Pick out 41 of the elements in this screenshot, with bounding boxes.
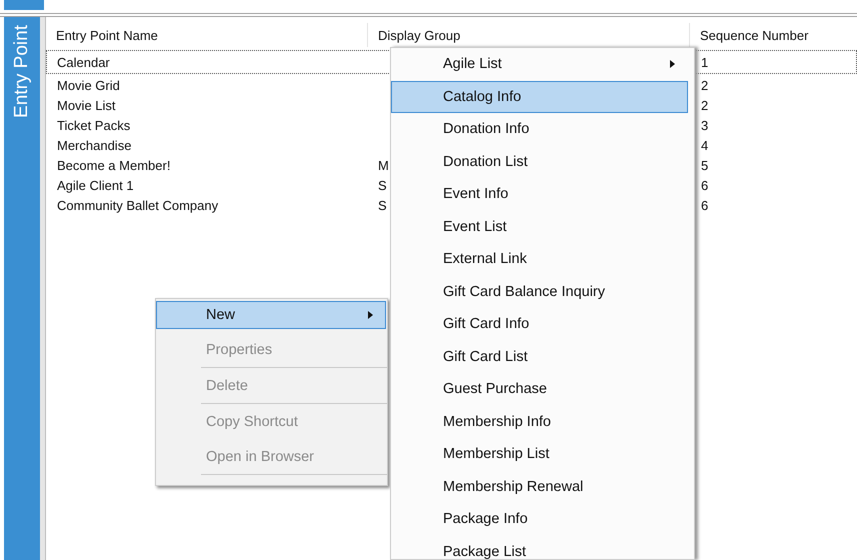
menu-item[interactable]: New — [156, 301, 386, 329]
submenu-arrow-icon — [368, 311, 373, 319]
table-cell-text: 3 — [700, 118, 710, 132]
column-header[interactable]: Sequence Number — [690, 23, 850, 47]
table-cell: M — [378, 158, 389, 172]
table-cell-text: Agile Client 1 — [56, 178, 135, 192]
table-cell-text: 6 — [700, 198, 710, 212]
submenu-arrow-icon — [670, 60, 675, 68]
table-cell-text: 2 — [700, 98, 710, 112]
menu-item[interactable]: Event Info — [391, 178, 688, 210]
table-cell-text: Ticket Packs — [56, 118, 132, 132]
menu-item[interactable]: Guest Purchase — [391, 373, 688, 406]
menu-item[interactable]: Membership Info — [391, 406, 688, 438]
menu-item[interactable]: Package Info — [391, 503, 688, 536]
table-cell: S — [378, 178, 387, 192]
menu-item[interactable]: Gift Card Info — [391, 308, 688, 340]
table-cell-text: Merchandise — [56, 138, 132, 152]
column-header[interactable]: Entry Point Name — [46, 23, 368, 47]
menu-item[interactable]: Gift Card Balance Inquiry — [391, 276, 688, 308]
table-cell-text: Movie List — [56, 98, 117, 112]
menu-item[interactable]: External Link — [391, 243, 688, 276]
menu-item[interactable]: Event List — [391, 210, 688, 243]
tab-strip — [4, 0, 44, 10]
menu-item[interactable]: Donation Info — [391, 113, 688, 146]
table-cell-text: Community Ballet Company — [56, 198, 220, 212]
table-cell-text: 5 — [700, 158, 710, 172]
menu-item[interactable]: Catalog Info — [391, 80, 688, 113]
table-cell-text: 6 — [700, 178, 710, 192]
table-cell-text: Calendar — [56, 54, 111, 70]
menu-item[interactable]: Membership Renewal — [391, 470, 688, 503]
table-cell-text: Movie Grid — [56, 78, 121, 92]
table-cell-text: 1 — [700, 54, 710, 70]
menu-item[interactable]: Package List — [391, 536, 688, 559]
menu-item[interactable]: Gift Card List — [391, 340, 688, 373]
menu-item[interactable]: Membership List — [391, 438, 688, 470]
table-cell: S — [378, 198, 387, 212]
menu-item[interactable]: Donation List — [391, 146, 688, 178]
menu-item[interactable]: Agile List — [391, 48, 688, 80]
table-cell-text: Become a Member! — [56, 158, 172, 172]
table-cell-text: 4 — [700, 138, 710, 152]
table-cell-text: 2 — [700, 78, 710, 92]
